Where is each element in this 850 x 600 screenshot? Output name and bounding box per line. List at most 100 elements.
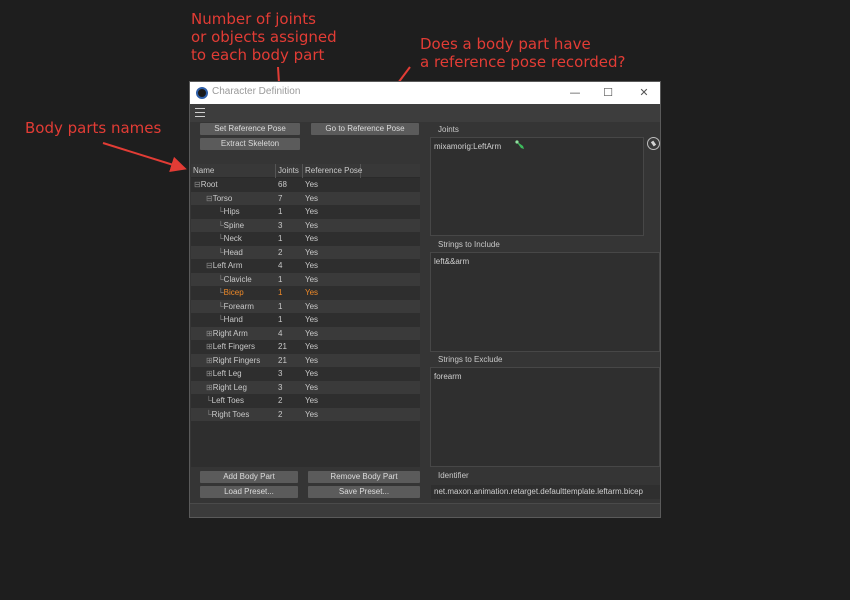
body-part-label: Right Fingers — [212, 355, 261, 365]
tree-row[interactable]: └Left Toes 2 Yes — [191, 394, 420, 408]
minimize-button[interactable]: — — [567, 85, 583, 101]
tree-row-joints: 3 — [278, 382, 283, 392]
identifier-field[interactable]: net.maxon.animation.retarget.defaulttemp… — [431, 485, 660, 499]
tree-row[interactable]: ⊞Left Fingers 21 Yes — [191, 340, 420, 354]
expand-collapse-icon[interactable]: ⊟ — [194, 180, 201, 189]
tree-row-joints: 3 — [278, 369, 283, 378]
strings-include-value: left&&arm — [434, 257, 470, 266]
tree-row-joints: 1 — [278, 301, 283, 311]
tree-row-joints: 2 — [278, 247, 283, 257]
tree-row[interactable]: ⊞Right Arm 4 Yes — [191, 326, 420, 340]
tree-row[interactable]: ⊞Left Leg 3 Yes — [191, 367, 420, 381]
menu-bar — [190, 104, 660, 122]
tree-row[interactable]: ⊞Right Leg 3 Yes — [191, 380, 420, 395]
tree-row-reference-pose: Yes — [305, 220, 319, 230]
tree-row-joints: 1 — [278, 315, 283, 324]
window-title: Character Definition — [212, 86, 301, 97]
strings-include-label: Strings to Include — [438, 240, 500, 249]
column-joints[interactable]: Joints — [276, 164, 303, 178]
column-reference-pose[interactable]: Reference Pose — [303, 164, 362, 178]
tree-row-reference-pose: Yes — [305, 274, 319, 284]
tree-row-reference-pose: Yes — [305, 409, 319, 419]
strings-include-field[interactable]: left&&arm — [430, 252, 660, 352]
expand-collapse-icon[interactable]: ⊟ — [206, 194, 213, 203]
body-part-label: Right Leg — [212, 382, 247, 392]
tree-row-reference-pose: Yes — [305, 288, 319, 297]
tree-row-name: ⊟Torso — [191, 192, 276, 206]
body-part-label: Hips — [223, 207, 240, 216]
tree-row-name: ⊞Right Leg — [191, 381, 276, 395]
tree-row-name: └Clavicle — [191, 273, 276, 287]
load-preset-button[interactable]: Load Preset... — [200, 486, 298, 498]
tree-row[interactable]: └Right Toes 2 Yes — [191, 407, 420, 421]
tree-row-reference-pose: Yes — [305, 261, 319, 270]
expand-collapse-icon[interactable]: ⊞ — [206, 356, 213, 365]
tree-row-name: ⊟Left Arm — [191, 259, 276, 273]
close-button[interactable]: ✕ — [636, 85, 652, 101]
add-body-part-button[interactable]: Add Body Part — [200, 471, 298, 483]
expand-collapse-icon[interactable]: ⊞ — [206, 329, 213, 338]
joint-item[interactable]: mixamorig:LeftArm — [434, 142, 501, 151]
body-part-label: Head — [223, 247, 243, 257]
tree-row-reference-pose: Yes — [305, 396, 319, 405]
strings-exclude-label: Strings to Exclude — [438, 355, 503, 364]
go-to-reference-pose-button[interactable]: Go to Reference Pose — [311, 123, 419, 135]
expand-collapse-icon[interactable]: ⊞ — [206, 383, 213, 392]
body-part-label: Neck — [223, 234, 242, 243]
title-bar[interactable]: Character Definition — ☐ ✕ — [190, 82, 660, 104]
tree-row-name: └Spine — [191, 219, 276, 233]
tree-row-reference-pose: Yes — [305, 207, 319, 216]
tree-row[interactable]: └Forearm 1 Yes — [191, 299, 420, 313]
body-part-label: Right Toes — [211, 409, 250, 419]
column-name[interactable]: Name — [191, 164, 276, 178]
tree-row-name: ⊞Left Leg — [191, 367, 276, 381]
hamburger-menu-icon[interactable] — [195, 108, 205, 118]
set-reference-pose-button[interactable]: Set Reference Pose — [200, 123, 300, 135]
tree-row[interactable]: ⊟Root 68 Yes — [191, 178, 420, 192]
joint-icon — [515, 140, 524, 149]
body-part-label: Torso — [212, 193, 233, 203]
tree-row[interactable]: └Hips 1 Yes — [191, 205, 420, 219]
pick-object-icon[interactable] — [647, 137, 660, 150]
tree-row-reference-pose: Yes — [305, 193, 319, 203]
tree-row-reference-pose: Yes — [305, 234, 319, 243]
tree-row-reference-pose: Yes — [305, 369, 319, 378]
tree-row-joints: 7 — [278, 193, 283, 203]
strings-exclude-field[interactable]: forearm — [430, 367, 660, 467]
expand-collapse-icon[interactable]: ⊞ — [206, 342, 213, 351]
tree-row-reference-pose: Yes — [305, 247, 319, 257]
body-part-label: Forearm — [223, 301, 254, 311]
character-definition-window: Character Definition — ☐ ✕ Set Reference… — [189, 81, 661, 518]
tree-row[interactable]: └Bicep 1 Yes — [191, 286, 420, 300]
remove-body-part-button[interactable]: Remove Body Part — [308, 471, 420, 483]
tree-row-joints: 2 — [278, 396, 283, 405]
tree-row[interactable]: ⊞Right Fingers 21 Yes — [191, 353, 420, 367]
tree-row-joints: 1 — [278, 207, 283, 216]
save-preset-button[interactable]: Save Preset... — [308, 486, 420, 498]
tree-row-reference-pose: Yes — [305, 328, 319, 338]
tree-row-reference-pose: Yes — [305, 382, 319, 392]
expand-collapse-icon[interactable]: ⊞ — [206, 369, 213, 378]
tree-body: ⊟Root 68 Yes ⊟Torso 7 Yes └Hips 1 Yes └Spine 3 Yes └… — [191, 178, 420, 421]
body-part-label: Left Toes — [211, 396, 244, 405]
maximize-button[interactable]: ☐ — [600, 85, 616, 101]
extract-skeleton-button[interactable]: Extract Skeleton — [200, 138, 300, 150]
tree-row[interactable]: └Hand 1 Yes — [191, 313, 420, 327]
tree-row-joints: 4 — [278, 328, 283, 338]
joints-label: Joints — [438, 125, 459, 134]
tree-row-reference-pose: Yes — [305, 342, 319, 351]
tree-row[interactable]: └Head 2 Yes — [191, 245, 420, 259]
annotation-body-parts: Body parts names — [25, 119, 162, 137]
body-part-label: Hand — [223, 315, 243, 324]
tree-row[interactable]: └Neck 1 Yes — [191, 232, 420, 246]
expand-collapse-icon[interactable]: ⊟ — [206, 261, 213, 270]
body-part-label: Left Arm — [212, 261, 243, 270]
tree-row[interactable]: └Clavicle 1 Yes — [191, 272, 420, 287]
tree-row-reference-pose: Yes — [305, 301, 319, 311]
strings-exclude-value: forearm — [434, 372, 462, 381]
tree-row[interactable]: ⊟Torso 7 Yes — [191, 191, 420, 206]
joints-list[interactable]: mixamorig:LeftArm — [430, 137, 644, 236]
body-part-label: Spine — [223, 220, 245, 230]
tree-row[interactable]: ⊟Left Arm 4 Yes — [191, 259, 420, 273]
tree-row[interactable]: └Spine 3 Yes — [191, 218, 420, 233]
